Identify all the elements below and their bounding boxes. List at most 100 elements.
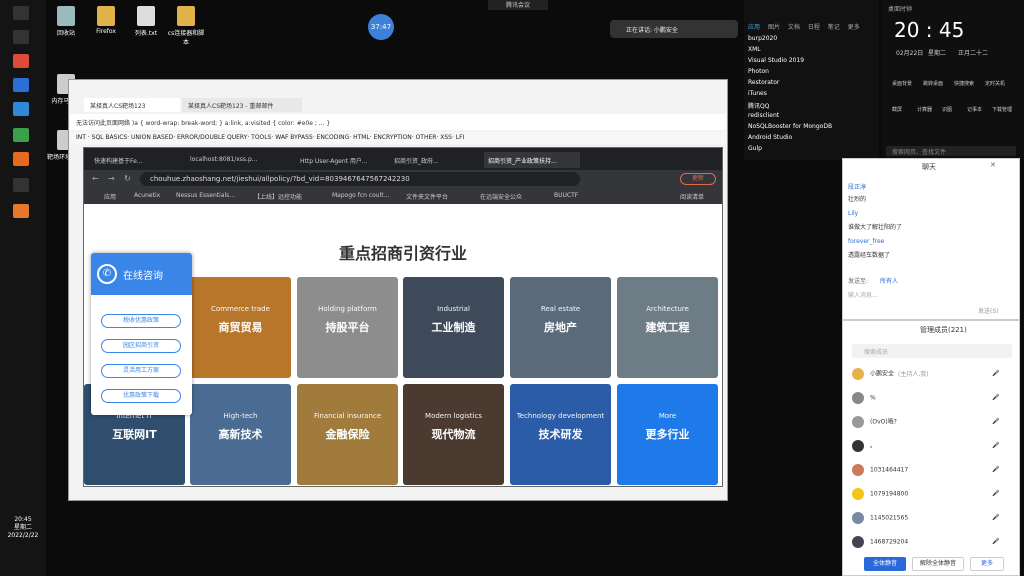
mic-muted-icon[interactable]: 🎤	[992, 370, 999, 377]
apps-tab[interactable]: 应用	[748, 24, 760, 31]
app-icon[interactable]	[13, 102, 29, 116]
mic-muted-icon[interactable]: 🎤	[992, 514, 999, 521]
member-row[interactable]: 。 🎤	[852, 440, 999, 452]
mic-muted-icon[interactable]: 🎤	[992, 490, 999, 497]
app-list-item[interactable]: iTunes	[748, 90, 767, 97]
bookmark-item[interactable]: 【上线】远控功能	[254, 192, 302, 201]
members-search-input[interactable]: 搜索成员	[852, 344, 1012, 358]
member-row[interactable]: 1145021565 🎤	[852, 512, 999, 524]
inner-tab[interactable]: 招商引资_政府...	[390, 152, 476, 168]
inner-tab-active[interactable]: 招商引资_产业政策扶持...	[484, 152, 580, 168]
app-list-item[interactable]: Photon	[748, 68, 769, 75]
start-icon[interactable]	[13, 6, 29, 20]
industry-tile[interactable]: Financial insurance 金融保险	[297, 384, 398, 485]
member-row[interactable]: 1468729204 🎤	[852, 536, 999, 548]
mic-muted-icon[interactable]: 🎤	[992, 394, 999, 401]
outer-tab[interactable]: 某择真人CS靶场123	[84, 98, 180, 112]
hackbar-toolbar[interactable]: INT · SQL BASICS· UNION BASED· ERROR/DOU…	[70, 132, 726, 144]
clock-search-input[interactable]: 搜索网页、查找文件	[886, 146, 1016, 156]
mic-muted-icon[interactable]: 🎤	[992, 418, 999, 425]
send-to-select[interactable]: 所有人	[880, 276, 898, 285]
send-button[interactable]: 发送(S)	[978, 306, 999, 315]
inner-tab[interactable]: localhost:8081/xss.p...	[186, 152, 272, 168]
clock-action[interactable]: 计算器	[917, 106, 932, 113]
more-button[interactable]: 更多	[970, 557, 1004, 571]
inner-tab[interactable]: 快速构建基于Fe...	[90, 152, 176, 168]
meeting-bar[interactable]: 腾讯会议	[488, 0, 548, 10]
clock-action[interactable]: 跳转桌面	[923, 80, 943, 87]
bookmark-item[interactable]: Nessus Essentials...	[176, 192, 235, 199]
close-icon[interactable]: ✕	[990, 161, 996, 169]
consult-button[interactable]: 优惠政策下载	[101, 389, 181, 403]
member-row[interactable]: (OvO)哦? 🎤	[852, 416, 999, 428]
app-list-item[interactable]: Restorator	[748, 79, 779, 86]
bookmark-item[interactable]: 应用	[104, 192, 116, 201]
member-row[interactable]: 1031464417 🎤	[852, 464, 999, 476]
app-list-item[interactable]: redisclient	[748, 112, 779, 119]
mute-all-button[interactable]: 全体静音	[864, 557, 906, 571]
mic-muted-icon[interactable]: 🎤	[992, 442, 999, 449]
bookmark-item[interactable]: 在远端安全公众	[480, 192, 522, 201]
app-list-item[interactable]: burp2020	[748, 35, 777, 42]
industry-tile[interactable]: Architecture 建筑工程	[617, 277, 718, 378]
app-list-item[interactable]: Android Studio	[748, 134, 792, 141]
update-button[interactable]: 更新	[680, 173, 716, 185]
industry-tile[interactable]: Industrial 工业制造	[403, 277, 504, 378]
consult-button[interactable]: 税收优惠政策	[101, 314, 181, 328]
industry-tile[interactable]: Real estate 房地产	[510, 277, 611, 378]
consult-button[interactable]: 园区招商引资	[101, 339, 181, 353]
desktop-icon-recycle-bin[interactable]: 回收站	[46, 6, 86, 37]
inner-tab[interactable]: Http User-Agent 用户...	[296, 152, 382, 168]
industry-tile[interactable]: Holding platform 持股平台	[297, 277, 398, 378]
app-list-item[interactable]: XML	[748, 46, 761, 53]
bookmark-item[interactable]: Mapogo fcn coult...	[332, 192, 389, 199]
desktop-icon-txt[interactable]: 列表.txt	[126, 6, 166, 37]
clock-action[interactable]: 记事本	[967, 106, 982, 113]
app-list-item[interactable]: NoSQLBooster for MongoDB	[748, 123, 832, 130]
industry-tile[interactable]: High-tech 高新技术	[190, 384, 291, 485]
search-icon[interactable]	[13, 30, 29, 44]
app-list-item[interactable]: Gulp	[748, 145, 762, 152]
bookmark-item[interactable]: Acunetix	[134, 192, 160, 199]
outer-address-bar[interactable]: 无法访问此页面网络 )a { word-wrap: break-word; } …	[70, 114, 726, 130]
desktop-icon-folder[interactable]: cs连接器和脚本	[166, 6, 206, 46]
apps-tab[interactable]: 文档	[788, 24, 800, 31]
meeting-timer[interactable]: 37:47	[368, 14, 394, 40]
industry-tile[interactable]: Modern logistics 现代物流	[403, 384, 504, 485]
member-row[interactable]: 1079194800 🎤	[852, 488, 999, 500]
bookmark-item[interactable]: BUUCTF	[554, 192, 578, 199]
clock-action[interactable]: 下载管理	[992, 106, 1012, 113]
apps-tab[interactable]: 更多	[848, 24, 860, 31]
mic-muted-icon[interactable]: 🎤	[992, 466, 999, 473]
outer-tab[interactable]: 某择真人CS靶场123 - 重邮邮件	[182, 98, 302, 112]
member-row[interactable]: 小鹏安全 (主持人,我) 🎤	[852, 368, 999, 380]
bookmark-item[interactable]: 文件夹文件平台	[406, 192, 448, 201]
clock-action[interactable]: 截屏	[892, 106, 902, 113]
app-list-item[interactable]: Visual Studio 2019	[748, 57, 804, 64]
apps-tab[interactable]: 笔记	[828, 24, 840, 31]
consult-button[interactable]: 灵活用工方案	[101, 364, 181, 378]
clock-action[interactable]: 识图	[942, 106, 952, 113]
firefox-icon[interactable]	[13, 152, 29, 166]
clock-action[interactable]: 快捷搜索	[954, 80, 974, 87]
member-row[interactable]: % 🎤	[852, 392, 999, 404]
chrome-icon[interactable]	[13, 54, 29, 68]
clock-action[interactable]: 定时关机	[985, 80, 1005, 87]
reload-icon[interactable]: ↻	[124, 174, 131, 183]
mic-muted-icon[interactable]: 🎤	[992, 538, 999, 545]
notepad-icon[interactable]	[13, 128, 29, 142]
app-list-item[interactable]: 腾讯QQ	[748, 101, 769, 110]
unmute-all-button[interactable]: 解除全体静音	[912, 557, 964, 571]
forward-icon[interactable]: →	[108, 174, 115, 183]
url-bar[interactable]: chouhue.zhaoshang.net/jieshui/allpolicy/…	[140, 172, 580, 186]
clock-action[interactable]: 桌面背景	[892, 80, 912, 87]
chat-input[interactable]: 输入消息...	[848, 290, 878, 299]
industry-tile[interactable]: Technology development 技术研发	[510, 384, 611, 485]
app-icon[interactable]	[13, 78, 29, 92]
back-icon[interactable]: ←	[92, 174, 99, 183]
apps-tab[interactable]: 图片	[768, 24, 780, 31]
desktop-icon-firefox[interactable]: Firefox	[86, 6, 126, 35]
apps-tab[interactable]: 日程	[808, 24, 820, 31]
bookmark-item[interactable]: 阅读清单	[680, 192, 704, 201]
terminal-icon[interactable]	[13, 178, 29, 192]
